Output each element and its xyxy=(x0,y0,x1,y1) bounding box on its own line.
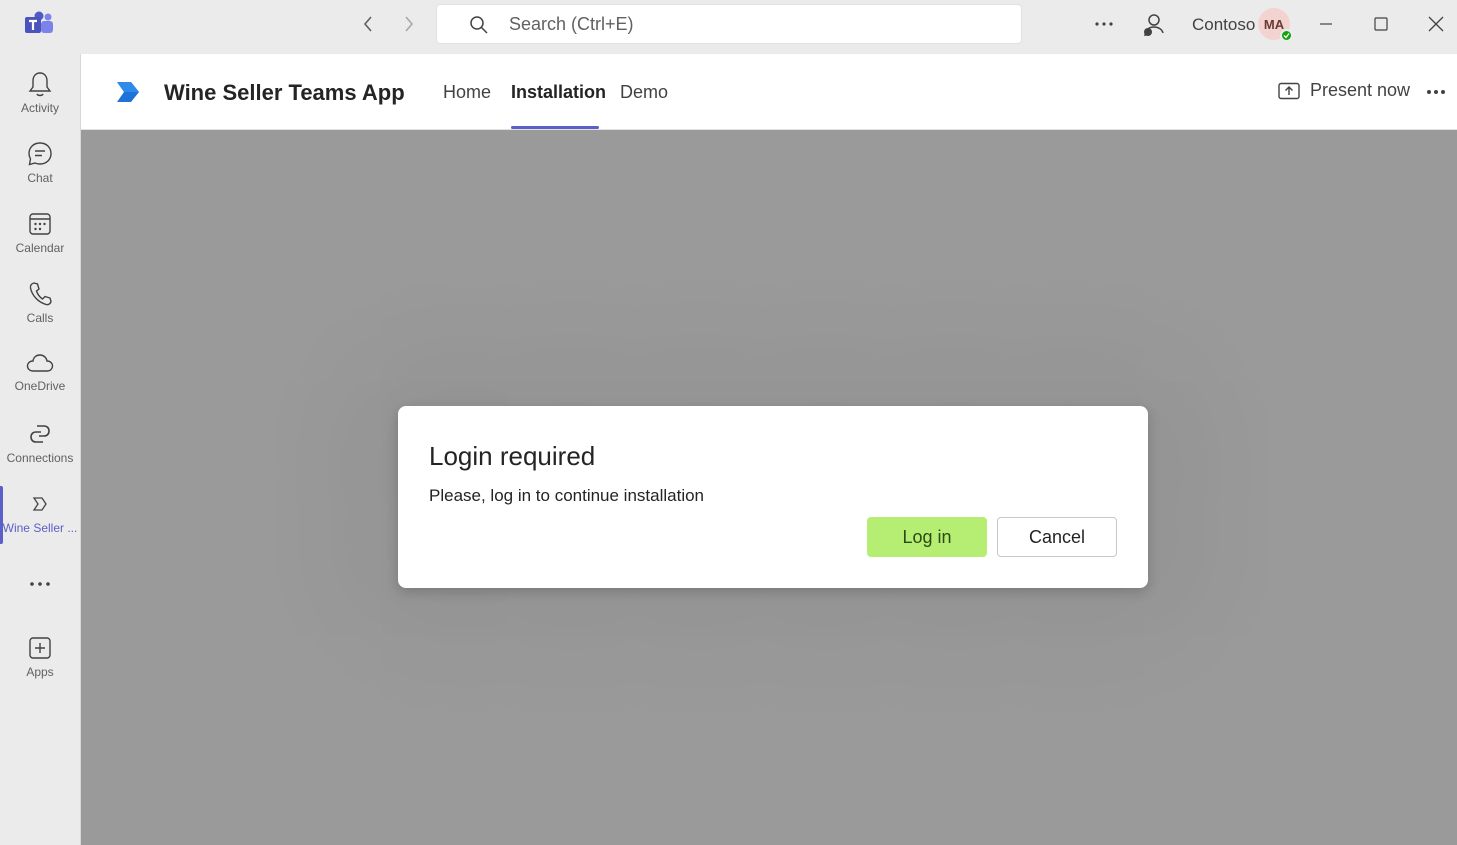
org-name[interactable]: Contoso xyxy=(1192,15,1255,35)
add-apps-icon xyxy=(29,637,51,659)
tab-demo[interactable]: Demo xyxy=(620,82,668,103)
search-icon xyxy=(470,16,488,34)
share-screen-icon xyxy=(1278,82,1300,99)
dialog-title: Login required xyxy=(429,441,596,471)
back-button[interactable] xyxy=(357,12,379,36)
rail-label: Calls xyxy=(26,311,54,325)
tab-installation[interactable]: Installation xyxy=(511,82,606,103)
connections-icon xyxy=(30,425,50,443)
teams-logo-icon[interactable] xyxy=(24,11,54,37)
login-dialog: Login required Please, log in to continu… xyxy=(398,406,1148,588)
cancel-button[interactable]: Cancel xyxy=(997,517,1117,557)
rail-item-connections[interactable]: Connections xyxy=(0,410,80,472)
avatar[interactable]: MA xyxy=(1258,8,1293,42)
rail-label: Connections xyxy=(6,451,74,465)
rail-item-onedrive[interactable]: OneDrive xyxy=(0,340,80,402)
maximize-icon[interactable] xyxy=(1369,12,1393,36)
rail-label: Activity xyxy=(20,101,59,115)
avatar-initials: MA xyxy=(1263,16,1285,32)
rail-label: Wine Seller ... xyxy=(2,521,78,535)
chevron-left-icon xyxy=(363,16,372,32)
tab-home[interactable]: Home xyxy=(443,82,491,103)
cloud-icon xyxy=(26,354,54,372)
more-options-icon[interactable] xyxy=(1424,82,1448,102)
rail-label: Calendar xyxy=(15,241,65,255)
rail-label: Apps xyxy=(26,665,54,679)
present-now-label: Present now xyxy=(1310,80,1411,100)
chevron-right-icon xyxy=(405,16,414,32)
wine-seller-app-icon xyxy=(32,497,47,511)
search-input[interactable] xyxy=(509,5,989,43)
wine-seller-logo-icon xyxy=(117,82,139,102)
rail-item-calendar[interactable]: Calendar xyxy=(0,200,80,262)
search-box[interactable] xyxy=(436,4,1022,44)
rail-item-apps[interactable]: Apps xyxy=(0,624,80,686)
rail-label: OneDrive xyxy=(14,379,66,393)
active-tab-indicator xyxy=(511,126,599,129)
people-settings-icon[interactable] xyxy=(1140,12,1166,38)
bell-icon xyxy=(28,72,52,97)
close-icon[interactable] xyxy=(1424,12,1448,36)
calendar-icon xyxy=(29,213,51,235)
rail-label: Chat xyxy=(27,171,53,185)
login-button[interactable]: Log in xyxy=(867,517,987,557)
rail-item-calls[interactable]: Calls xyxy=(0,270,80,332)
rail-more-apps[interactable] xyxy=(0,566,80,602)
more-options-icon[interactable] xyxy=(1092,14,1116,34)
app-header: Wine Seller Teams App Home Installation … xyxy=(81,54,1457,130)
present-now-button[interactable]: Present now xyxy=(1278,80,1410,101)
minimize-icon[interactable] xyxy=(1314,12,1338,36)
rail-item-wine-seller[interactable]: Wine Seller ... xyxy=(0,480,80,542)
forward-button[interactable] xyxy=(398,12,420,36)
phone-icon xyxy=(29,282,52,306)
more-options-icon xyxy=(30,582,50,586)
rail-item-chat[interactable]: Chat xyxy=(0,130,80,192)
presence-available-icon xyxy=(1280,29,1293,42)
title-bar: Contoso MA xyxy=(0,0,1457,54)
rail-item-activity[interactable]: Activity xyxy=(0,60,80,122)
dialog-message: Please, log in to continue installation xyxy=(429,486,705,505)
app-rail: Activity Chat Calendar Calls OneDrive Co… xyxy=(0,54,81,845)
chat-icon xyxy=(28,142,52,166)
app-title: Wine Seller Teams App xyxy=(164,80,405,105)
